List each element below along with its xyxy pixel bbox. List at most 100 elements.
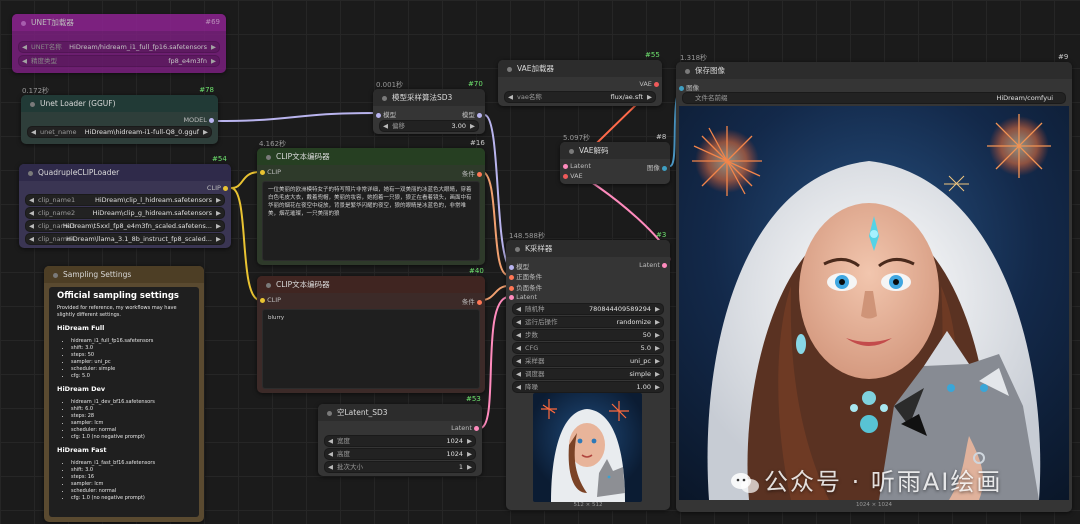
output-socket-icon[interactable] xyxy=(209,117,214,123)
model-output[interactable]: MODEL xyxy=(183,116,214,124)
unet-name-widget[interactable]: ◀ unet_name HiDream\hidream-i1-full-Q8_0.g… xyxy=(27,126,212,138)
sampling-settings-note-node[interactable]: Sampling Settings Official sampling sett… xyxy=(44,266,204,522)
wechat-icon xyxy=(730,472,760,494)
node-title: 保存图像 xyxy=(695,66,725,75)
input-socket-icon[interactable] xyxy=(563,173,568,179)
node-title: 空Latent_SD3 xyxy=(337,408,388,417)
collapse-dot-icon[interactable] xyxy=(569,148,574,154)
model-sampling-sd3-node[interactable]: 模型采样算法SD3 模型 模型 ◀ 偏移 3.00 ▶ xyxy=(373,89,485,134)
width-widget[interactable]: ◀ 宽度 1024 ▶ xyxy=(324,435,476,447)
collapse-dot-icon[interactable] xyxy=(327,410,332,416)
input-socket-icon[interactable] xyxy=(509,274,514,280)
clip-input[interactable]: CLIP xyxy=(260,168,281,176)
latent-input[interactable]: Latent xyxy=(509,293,537,301)
batch-size-widget[interactable]: ◀ 批次大小 1 ▶ xyxy=(324,461,476,473)
positive-input[interactable]: 正面条件 xyxy=(509,271,542,281)
unet-name-widget[interactable]: ◀ UNET名称 HiDream/hidream_i1_full_fp16.safe… xyxy=(18,41,220,53)
cfg-widget[interactable]: ◀ CFG 5.0 ▶ xyxy=(512,342,664,354)
clip-input[interactable]: CLIP xyxy=(260,296,281,304)
clip-text-encode-negative-node[interactable]: CLIP文本编码器 CLIP 条件 blurry xyxy=(257,276,485,393)
input-socket-icon[interactable] xyxy=(509,285,514,291)
group-list: hidream_i1_full_fp16.safetensors shift: … xyxy=(71,338,191,380)
conditioning-output[interactable]: 条件 xyxy=(462,168,482,178)
model-input[interactable]: 模型 xyxy=(376,109,396,119)
latent-output[interactable]: Latent xyxy=(451,424,479,432)
negative-input[interactable]: 负面条件 xyxy=(509,282,542,292)
negative-prompt-textarea[interactable]: blurry xyxy=(262,309,480,389)
input-socket-icon[interactable] xyxy=(509,264,514,270)
quadruple-clip-loader-node[interactable]: QuadrupleCLIPLoader CLIP ◀ clip_name1 HiDr… xyxy=(19,164,231,248)
output-socket-icon[interactable] xyxy=(474,425,479,431)
node-id: #40 xyxy=(469,267,484,275)
vae-input[interactable]: VAE xyxy=(563,172,583,180)
clip-name3-widget[interactable]: ◀ clip_name3 HiDream\t5xxl_fp8_e4m3fn_scal… xyxy=(25,220,225,232)
input-socket-icon[interactable] xyxy=(563,163,568,169)
ksampler-node[interactable]: K采样器 模型 正面条件 负面条件 Latent Latent ◀ 随机种 7808… xyxy=(506,240,670,510)
image-output[interactable]: 图像 xyxy=(647,162,667,172)
input-socket-icon[interactable] xyxy=(260,169,265,175)
height-widget[interactable]: ◀ 高度 1024 ▶ xyxy=(324,448,476,460)
unet-loader-bypassed-node[interactable]: UNET加载器 #69 ◀ UNET名称 HiDream/hidream_i1_fu… xyxy=(12,14,226,73)
model-input[interactable]: 模型 xyxy=(509,261,529,271)
input-socket-icon[interactable] xyxy=(679,85,684,91)
collapse-dot-icon[interactable] xyxy=(30,101,35,107)
scheduler-widget[interactable]: ◀ 调度器 simple ▶ xyxy=(512,368,664,380)
denoise-widget[interactable]: ◀ 降噪 1.00 ▶ xyxy=(512,381,664,393)
output-socket-icon[interactable] xyxy=(477,171,482,177)
collapse-dot-icon[interactable] xyxy=(382,95,387,101)
seed-widget[interactable]: ◀ 随机种 780844409589294 ▶ xyxy=(512,303,664,315)
node-title: 模型采样算法SD3 xyxy=(392,93,453,102)
collapse-dot-icon[interactable] xyxy=(21,20,26,26)
sampler-widget[interactable]: ◀ 采样器 uni_pc ▶ xyxy=(512,355,664,367)
output-socket-icon[interactable] xyxy=(662,165,667,171)
input-socket-icon[interactable] xyxy=(509,294,514,300)
shift-widget[interactable]: ◀ 偏移 3.00 ▶ xyxy=(379,120,479,132)
vae-output[interactable]: VAE xyxy=(639,80,659,88)
output-socket-icon[interactable] xyxy=(654,81,659,87)
latent-input[interactable]: Latent xyxy=(563,162,591,170)
clip-name4-widget[interactable]: ◀ clip_name4 HiDream\llama_3.1_8b_instruct… xyxy=(25,233,225,245)
conditioning-output[interactable]: 条件 xyxy=(462,296,482,306)
steps-widget[interactable]: ◀ 步数 50 ▶ xyxy=(512,329,664,341)
node-id: #78 xyxy=(199,86,214,94)
output-socket-icon[interactable] xyxy=(223,185,228,191)
output-image[interactable] xyxy=(679,106,1069,500)
group-title: HiDream Full xyxy=(57,324,105,332)
input-socket-icon[interactable] xyxy=(376,112,381,118)
latent-output[interactable]: Latent xyxy=(639,261,667,269)
input-socket-icon[interactable] xyxy=(260,297,265,303)
node-title: CLIP文本编码器 xyxy=(276,280,330,289)
collapse-dot-icon[interactable] xyxy=(53,272,58,278)
weight-dtype-widget[interactable]: ◀ 精度类型 fp8_e4m3fn ▶ xyxy=(18,55,220,67)
clip-name2-widget[interactable]: ◀ clip_name2 HiDream\clip_g_hidream.safete… xyxy=(25,207,225,219)
vae-decode-node[interactable]: VAE解码 Latent VAE 图像 xyxy=(560,142,670,184)
collapse-dot-icon[interactable] xyxy=(28,170,33,176)
clip-text-encode-positive-node[interactable]: CLIP文本编码器 CLIP 条件 一位美丽的欧洲模特女子的特写照片非常详细，她… xyxy=(257,148,485,265)
empty-latent-sd3-node[interactable]: 空Latent_SD3 Latent ◀ 宽度 1024 ▶ ◀ 高度 1024 ▶ ◀ 批次… xyxy=(318,404,482,476)
output-socket-icon[interactable] xyxy=(662,262,667,268)
control-after-generate-widget[interactable]: ◀ 运行后操作 randomize ▶ xyxy=(512,316,664,328)
model-output[interactable]: 模型 xyxy=(462,109,482,119)
filename-prefix-widget[interactable]: 文件名前缀 HiDream/comfyui xyxy=(682,92,1066,104)
node-title: Sampling Settings xyxy=(63,270,132,279)
clip-name1-widget[interactable]: ◀ clip_name1 HiDream\clip_l_hidream.safete… xyxy=(25,194,225,206)
vae-loader-node[interactable]: VAE加载器 VAE ◀ vae名称 flux/ae.sft ▶ xyxy=(498,60,662,106)
images-input[interactable]: 图像 xyxy=(679,82,699,92)
collapse-dot-icon[interactable] xyxy=(266,282,271,288)
group-list: hidream_i1_dev_bf16.safetensors shift: 6… xyxy=(71,399,191,441)
collapse-dot-icon[interactable] xyxy=(266,154,271,160)
output-socket-icon[interactable] xyxy=(477,299,482,305)
clip-output[interactable]: CLIP xyxy=(207,184,228,192)
collapse-dot-icon[interactable] xyxy=(515,246,520,252)
collapse-dot-icon[interactable] xyxy=(507,66,512,72)
preview-thumbnail[interactable] xyxy=(533,393,642,502)
save-image-node[interactable]: 保存图像 图像 文件名前缀 HiDream/comfyui 1024 × 102… xyxy=(676,62,1072,512)
node-id: #69 xyxy=(205,18,220,26)
vae-name-widget[interactable]: ◀ vae名称 flux/ae.sft ▶ xyxy=(504,91,656,103)
output-socket-icon[interactable] xyxy=(477,112,482,118)
group-list: hidream_i1_fast_bf16.safetensors shift: … xyxy=(71,460,191,502)
unet-loader-gguf-node[interactable]: Unet Loader (GGUF) #78 MODEL ◀ unet_name H… xyxy=(21,86,218,144)
positive-prompt-textarea[interactable]: 一位美丽的欧洲模特女子的特写照片非常详细，她有一双美丽的冰蓝色大眼睛，穿着白色毛… xyxy=(262,181,480,261)
notes-content: Official sampling settings Provided for … xyxy=(49,287,199,517)
collapse-dot-icon[interactable] xyxy=(685,68,690,74)
